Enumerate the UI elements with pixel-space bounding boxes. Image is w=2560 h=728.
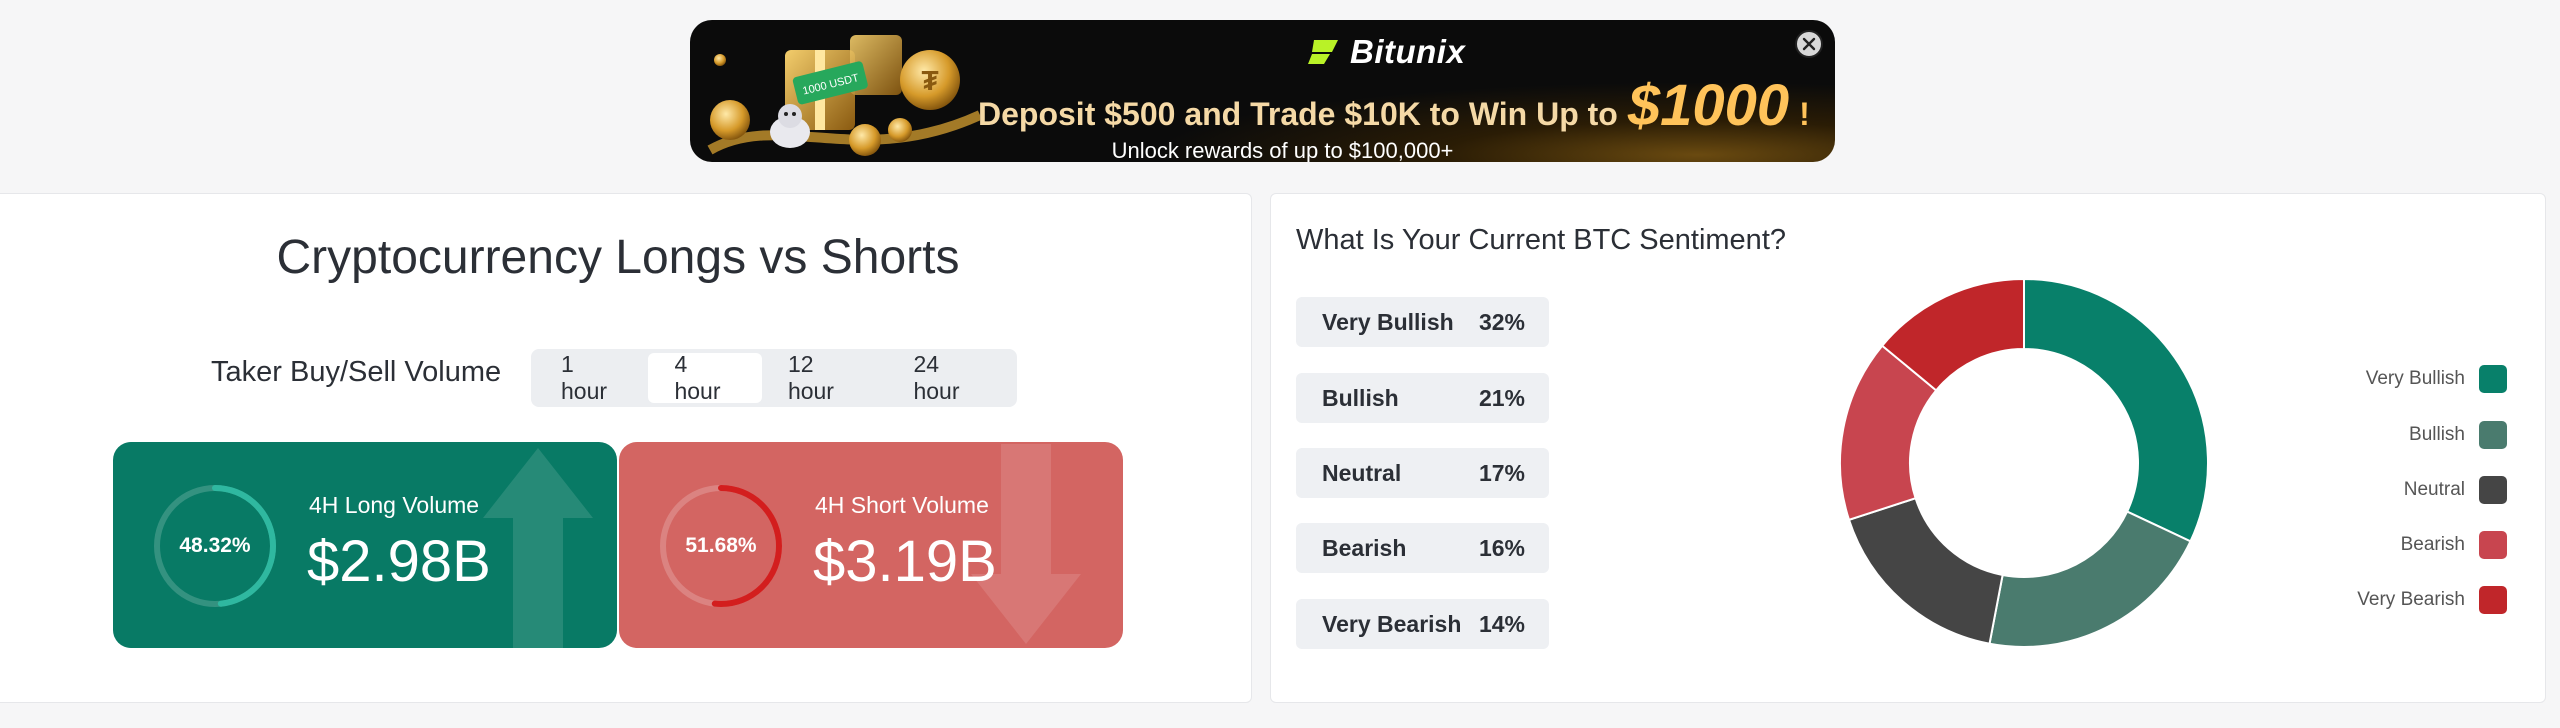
sentiment-option-very-bearish[interactable]: Very Bearish 14% bbox=[1296, 599, 1549, 649]
banner-headline: Deposit $500 and Trade $10K to Win Up to… bbox=[978, 72, 1828, 139]
sentiment-donut-chart bbox=[1839, 278, 2209, 648]
sentiment-option-bullish[interactable]: Bullish 21% bbox=[1296, 373, 1549, 423]
timeframe-1h-button[interactable]: 1 hour bbox=[535, 351, 648, 404]
short-volume-card: 51.68% 4H Short Volume $3.19B bbox=[619, 442, 1123, 648]
legend-swatch bbox=[2479, 365, 2507, 393]
legend-label: Neutral bbox=[2403, 479, 2465, 500]
sentiment-option-percent: 21% bbox=[1478, 384, 1525, 411]
sentiment-option-percent: 17% bbox=[1478, 459, 1525, 486]
long-volume-value: $2.98B bbox=[307, 529, 491, 594]
long-volume-card: 48.32% 4H Long Volume $2.98B bbox=[113, 442, 617, 648]
sentiment-option-percent: 14% bbox=[1478, 610, 1525, 637]
banner-headline-text: Deposit $500 and Trade $10K to Win Up to bbox=[978, 96, 1618, 132]
donut-slice-neutral[interactable] bbox=[1847, 496, 2004, 645]
close-icon bbox=[1802, 37, 1816, 51]
timeframe-24h-button[interactable]: 24 hour bbox=[887, 351, 1013, 404]
timeframe-selector: 1 hour 4 hour 12 hour 24 hour bbox=[531, 349, 1017, 407]
short-volume-label: 4H Short Volume bbox=[815, 492, 989, 518]
donut-slice-bullish[interactable] bbox=[1988, 510, 2192, 648]
donut-slice-very-bullish[interactable] bbox=[2023, 278, 2209, 543]
sentiment-option-label: Bearish bbox=[1322, 534, 1407, 561]
legend-label: Bullish bbox=[2409, 424, 2465, 445]
btc-sentiment-panel: What Is Your Current BTC Sentiment? Very… bbox=[1270, 193, 2546, 703]
legend-label: Very Bullish bbox=[2365, 368, 2465, 389]
long-volume-label: 4H Long Volume bbox=[309, 492, 480, 518]
legend-swatch bbox=[2479, 476, 2507, 504]
timeframe-4h-button[interactable]: 4 hour bbox=[648, 351, 762, 404]
sentiment-option-label: Bullish bbox=[1322, 384, 1399, 411]
sentiment-option-very-bullish[interactable]: Very Bullish 32% bbox=[1296, 297, 1549, 347]
legend-label: Very Bearish bbox=[2357, 589, 2465, 610]
sentiment-option-label: Very Bullish bbox=[1322, 308, 1454, 335]
legend-item-very-bullish: Very Bullish bbox=[2366, 365, 2507, 393]
timeframe-12h-button[interactable]: 12 hour bbox=[762, 351, 888, 404]
banner-exclamation: ! bbox=[1799, 96, 1810, 132]
legend-swatch bbox=[2479, 531, 2507, 559]
bitunix-logo-icon bbox=[1308, 40, 1338, 64]
banner-close-button[interactable] bbox=[1795, 30, 1823, 58]
banner-prize-amount: $1000 bbox=[1627, 73, 1790, 138]
short-volume-value: $3.19B bbox=[813, 529, 997, 594]
bitunix-logo: Bitunix bbox=[1308, 32, 1465, 72]
sentiment-option-label: Neutral bbox=[1322, 459, 1402, 486]
legend-swatch bbox=[2479, 421, 2507, 449]
legend-label: Bearish bbox=[2400, 534, 2465, 555]
banner-subline: Unlock rewards of up to $100,000+ bbox=[1111, 138, 1454, 162]
sentiment-option-label: Very Bearish bbox=[1322, 610, 1462, 637]
banner-brand-name: Bitunix bbox=[1350, 33, 1466, 70]
legend-item-bullish: Bullish bbox=[2409, 421, 2507, 449]
longs-shorts-title: Cryptocurrency Longs vs Shorts bbox=[276, 231, 960, 284]
sentiment-option-neutral[interactable]: Neutral 17% bbox=[1296, 448, 1549, 498]
sentiment-option-percent: 16% bbox=[1478, 534, 1525, 561]
svg-text:₮: ₮ bbox=[921, 65, 938, 96]
arrow-up-icon bbox=[483, 448, 593, 648]
short-percent: 51.68% bbox=[685, 534, 757, 557]
legend-item-bearish: Bearish bbox=[2401, 531, 2507, 559]
sentiment-option-bearish[interactable]: Bearish 16% bbox=[1296, 523, 1549, 573]
legend-swatch bbox=[2479, 586, 2507, 614]
taker-volume-label: Taker Buy/Sell Volume bbox=[211, 356, 502, 388]
sentiment-title: What Is Your Current BTC Sentiment? bbox=[1296, 224, 1786, 256]
legend-item-neutral: Neutral bbox=[2404, 476, 2507, 504]
long-percent: 48.32% bbox=[179, 534, 251, 557]
sentiment-option-percent: 32% bbox=[1478, 308, 1525, 335]
promo-banner[interactable]: 1000 USDT ₮ Bitunix Deposit $500 and Tra… bbox=[690, 20, 1835, 162]
longs-shorts-panel: Cryptocurrency Longs vs Shorts Taker Buy… bbox=[0, 193, 1252, 703]
legend-item-very-bearish: Very Bearish bbox=[2357, 586, 2507, 614]
